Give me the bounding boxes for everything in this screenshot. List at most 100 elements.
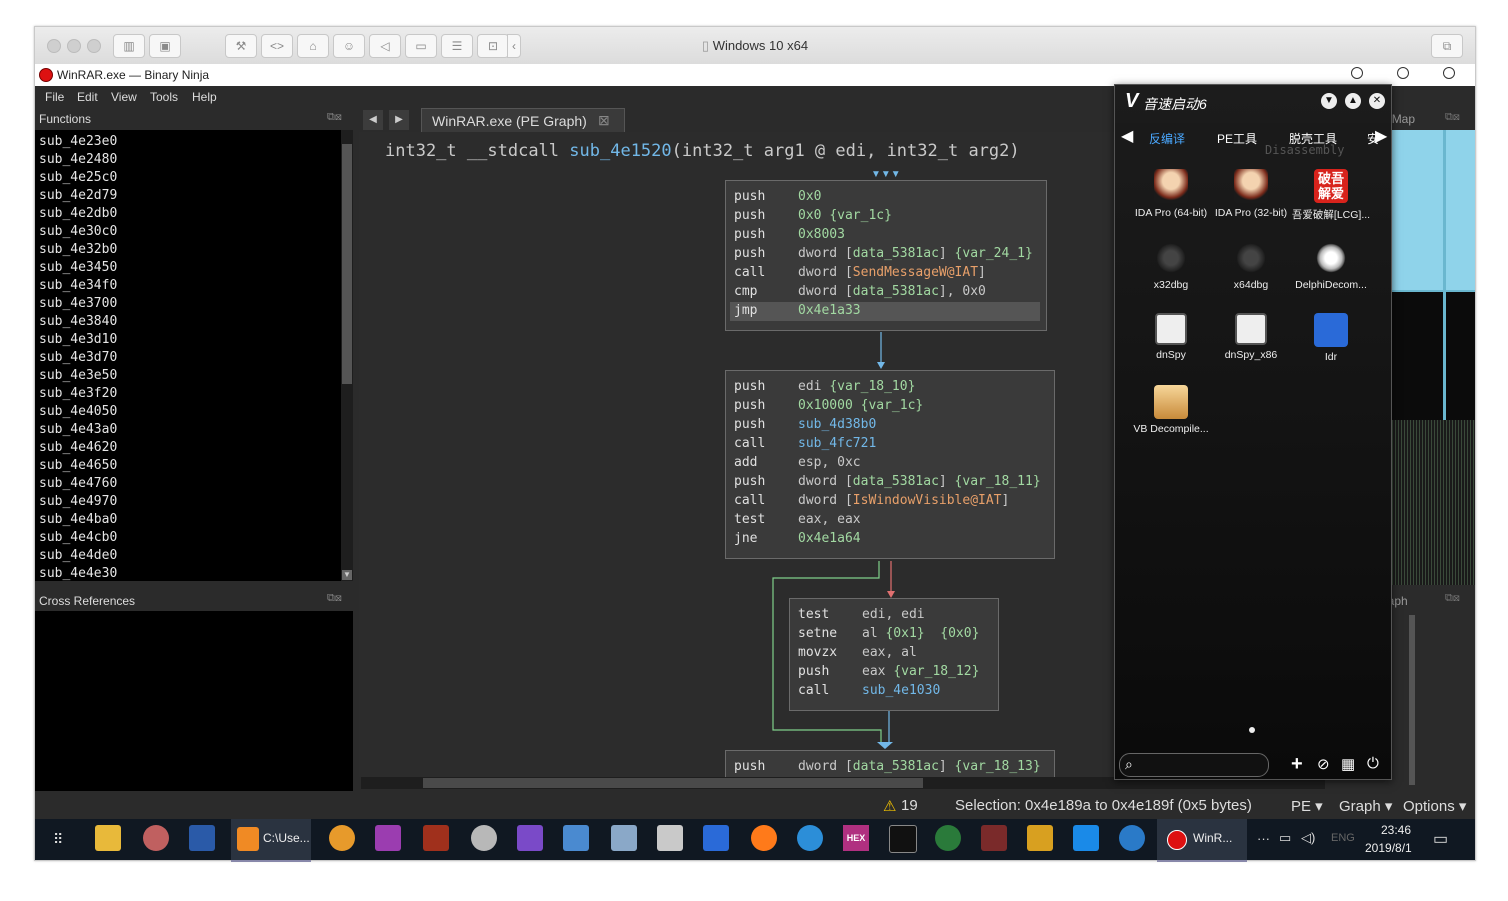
instruction-mnemonic[interactable]: movzx bbox=[798, 645, 837, 660]
tab-next-icon[interactable]: ▶ bbox=[1375, 126, 1387, 146]
panel-float-icon[interactable]: ⧉⊠ bbox=[327, 111, 342, 124]
scrollbar-thumb[interactable] bbox=[423, 778, 923, 788]
instruction-mnemonic[interactable]: call bbox=[734, 265, 765, 280]
app-icon[interactable] bbox=[189, 825, 215, 851]
basic-block[interactable]: push 0x0 push 0x0 {var_1c} push 0x8003 push dwo… bbox=[725, 180, 1047, 331]
basic-block[interactable]: push dword [data_5381ac] {var_18_13} bbox=[725, 750, 1055, 777]
instruction-operands[interactable]: 0x0 bbox=[798, 189, 821, 204]
tag-icon[interactable]: ⊘ bbox=[1317, 755, 1330, 773]
instruction-operands[interactable]: dword [data_5381ac] {var_24_1} bbox=[798, 246, 1033, 261]
function-list-item[interactable]: sub_4e2d79 bbox=[39, 188, 117, 203]
tab-pe-graph[interactable]: WinRAR.exe (PE Graph) ⊠ bbox=[421, 108, 625, 133]
instruction-mnemonic[interactable]: call bbox=[798, 683, 829, 698]
menu-view[interactable]: View bbox=[111, 90, 137, 104]
instruction-operands[interactable]: dword [data_5381ac], 0x0 bbox=[798, 284, 986, 299]
function-list-item[interactable]: sub_4e4e30 bbox=[39, 566, 117, 581]
function-list-item[interactable]: sub_4e23e0 bbox=[39, 134, 117, 149]
instruction-operands[interactable]: 0x8003 bbox=[798, 227, 845, 242]
instruction-mnemonic[interactable]: push bbox=[734, 474, 765, 489]
function-list-item[interactable]: sub_4e25c0 bbox=[39, 170, 117, 185]
instruction-mnemonic[interactable]: test bbox=[798, 607, 829, 622]
functions-scrollbar[interactable]: ▼ bbox=[341, 130, 353, 581]
view-dropdown[interactable]: Graph ▾ bbox=[1339, 797, 1392, 815]
menu-tools[interactable]: Tools bbox=[150, 90, 178, 104]
instruction-mnemonic[interactable]: jne bbox=[734, 531, 757, 546]
function-list-item[interactable]: sub_4e34f0 bbox=[39, 278, 117, 293]
instruction-mnemonic[interactable]: push bbox=[734, 379, 765, 394]
function-list-item[interactable]: sub_4e3840 bbox=[39, 314, 117, 329]
calendar-icon[interactable]: ▦ bbox=[1341, 755, 1355, 773]
function-list-item[interactable]: sub_4e3e50 bbox=[39, 368, 117, 383]
instruction-operands[interactable]: sub_4d38b0 bbox=[798, 417, 876, 432]
arch-dropdown[interactable]: PE ▾ bbox=[1291, 797, 1323, 815]
basic-block[interactable]: test edi, edi setne al {0x1} {0x0} movzx eax,… bbox=[789, 598, 999, 711]
tab-prev-icon[interactable]: ◀ bbox=[1121, 126, 1133, 146]
instruction-operands[interactable]: edi, edi bbox=[862, 607, 925, 622]
clock-date[interactable]: 2019/8/1 bbox=[1365, 841, 1412, 855]
instruction-mnemonic[interactable]: push bbox=[734, 227, 765, 242]
instruction-mnemonic[interactable]: call bbox=[734, 436, 765, 451]
nav-back-icon[interactable]: ◀ bbox=[363, 110, 383, 130]
instruction-operands[interactable]: edi {var_18_10} bbox=[798, 379, 915, 394]
instruction-mnemonic[interactable]: push bbox=[734, 246, 765, 261]
basic-block[interactable]: push edi {var_18_10} push 0x10000 {var_1c} p… bbox=[725, 370, 1055, 559]
instruction-operands[interactable]: 0x10000 {var_1c} bbox=[798, 398, 923, 413]
power-icon[interactable]: ⏻ bbox=[1367, 755, 1379, 772]
menu-edit[interactable]: Edit bbox=[77, 90, 98, 104]
function-list-item[interactable]: sub_4e4cb0 bbox=[39, 530, 117, 545]
warning-count[interactable]: 19 bbox=[901, 797, 918, 814]
close-tab-icon[interactable]: ⊠ bbox=[598, 112, 610, 129]
function-list-item[interactable]: sub_4e3d70 bbox=[39, 350, 117, 365]
function-list-item[interactable]: sub_4e4760 bbox=[39, 476, 117, 491]
launcher-app[interactable]: x32dbg bbox=[1131, 241, 1211, 291]
add-icon[interactable]: + bbox=[1291, 753, 1303, 776]
launcher-app[interactable]: 破吾 解爱 吾爱破解[LCG]... bbox=[1291, 169, 1371, 222]
close-icon[interactable]: ✕ bbox=[1369, 93, 1385, 109]
panel-float-icon[interactable]: ⧉⊠ bbox=[1445, 592, 1460, 605]
instruction-operands[interactable]: 0x0 {var_1c} bbox=[798, 208, 892, 223]
app-icon[interactable] bbox=[981, 825, 1007, 851]
firefox-icon[interactable] bbox=[751, 825, 777, 851]
app-icon[interactable] bbox=[375, 825, 401, 851]
notification-icon[interactable]: ▭ bbox=[1433, 829, 1448, 849]
app-icon[interactable] bbox=[329, 825, 355, 851]
launcher-app[interactable]: Idr bbox=[1291, 313, 1371, 363]
skin-icon[interactable]: ▲ bbox=[1345, 93, 1361, 109]
launcher-app[interactable]: IDA Pro (32-bit) bbox=[1211, 169, 1291, 219]
instruction-operands[interactable]: al {0x1} {0x0} bbox=[862, 626, 979, 641]
menu-help[interactable]: Help bbox=[192, 90, 217, 104]
instruction-mnemonic[interactable]: test bbox=[734, 512, 765, 527]
instruction-mnemonic[interactable]: jmp bbox=[734, 303, 757, 318]
instruction-mnemonic[interactable]: call bbox=[734, 493, 765, 508]
instruction-mnemonic[interactable]: push bbox=[734, 417, 765, 432]
function-list-item[interactable]: sub_4e3450 bbox=[39, 260, 117, 275]
volume-icon[interactable]: ◁) bbox=[1301, 830, 1315, 846]
idr-icon[interactable] bbox=[703, 825, 729, 851]
app-icon[interactable] bbox=[423, 825, 449, 851]
app-icon[interactable] bbox=[611, 825, 637, 851]
app-icon[interactable] bbox=[935, 825, 961, 851]
instruction-mnemonic[interactable]: push bbox=[798, 664, 829, 679]
taskbar-sublime[interactable]: C:\Use... bbox=[231, 819, 311, 862]
app-icon[interactable] bbox=[1073, 825, 1099, 851]
function-list-item[interactable]: sub_4e3700 bbox=[39, 296, 117, 311]
instruction-mnemonic[interactable]: cmp bbox=[734, 284, 757, 299]
instruction-mnemonic[interactable]: push bbox=[734, 759, 765, 774]
hex-editor-icon[interactable]: HEX bbox=[843, 825, 869, 851]
instruction-operands[interactable]: dword [data_5381ac] {var_18_11} bbox=[798, 474, 1041, 489]
function-list-item[interactable]: sub_4e4620 bbox=[39, 440, 117, 455]
function-list-item[interactable]: sub_4e3d10 bbox=[39, 332, 117, 347]
overflow-icon[interactable]: ··· bbox=[1257, 831, 1270, 846]
tab-pe-tools[interactable]: PE工具 bbox=[1217, 130, 1257, 147]
app-icon[interactable] bbox=[471, 825, 497, 851]
function-list-item[interactable]: sub_4e30c0 bbox=[39, 224, 117, 239]
tab-decompile[interactable]: 反编译 bbox=[1149, 130, 1185, 147]
function-list-item[interactable]: sub_4e32b0 bbox=[39, 242, 117, 257]
launcher-search-input[interactable]: ⌕ bbox=[1119, 753, 1269, 777]
instruction-operands[interactable]: eax, eax bbox=[798, 512, 861, 527]
launcher-app[interactable]: IDA Pro (64-bit) bbox=[1131, 169, 1211, 219]
dropdown-icon[interactable]: ▼ bbox=[1321, 93, 1337, 109]
launcher-app[interactable]: x64dbg bbox=[1211, 241, 1291, 291]
network-icon[interactable]: ▭ bbox=[1279, 830, 1291, 846]
terminal-icon[interactable] bbox=[889, 825, 917, 853]
